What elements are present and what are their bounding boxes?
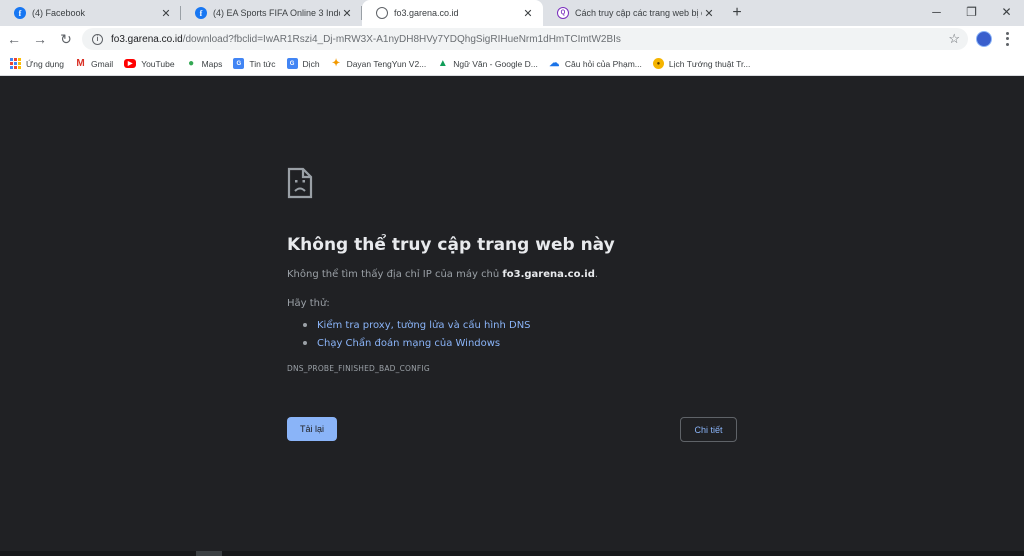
bookmark-label: Câu hỏi của Phạm... (564, 58, 642, 69)
tab-quora[interactable]: Q Cách truy cập các trang web bị ch ✕ (543, 0, 724, 26)
bookmark-apps[interactable]: Ứng dụng (10, 58, 64, 69)
error-page: Không thể truy cập trang web này Không t… (0, 77, 1024, 556)
globe-icon (376, 7, 388, 19)
tab-title: fo3.garena.co.id (394, 8, 459, 18)
new-tab-button[interactable]: + (724, 0, 750, 26)
close-icon[interactable]: ✕ (702, 6, 716, 20)
lich-icon: ● (652, 58, 664, 69)
maps-icon: ● (188, 58, 195, 69)
profile-avatar[interactable] (976, 31, 992, 47)
close-window-button[interactable]: ✕ (989, 0, 1024, 24)
menu-icon[interactable] (1002, 31, 1012, 47)
bookmark-star-icon[interactable]: ☆ (948, 31, 960, 47)
horizontal-scrollbar[interactable] (0, 551, 1024, 556)
bookmarks-bar: Ứng dụng M Gmail ▶ YouTube ● Maps G Tin … (0, 52, 1024, 76)
bookmark-lich[interactable]: ● Lịch Tướng thuật Tr... (652, 58, 751, 69)
bookmark-label: Dịch (302, 58, 320, 69)
scrollbar-thumb[interactable] (196, 551, 222, 556)
reload-button[interactable]: ↻ (54, 27, 78, 51)
cloud-icon: ☁ (549, 58, 560, 69)
gmail-icon: M (76, 58, 85, 69)
bookmark-gmail[interactable]: M Gmail (75, 58, 113, 69)
reload-page-button[interactable]: Tải lại (287, 417, 337, 441)
tab-ea-sports[interactable]: f (4) EA Sports FIFA Online 3 Indon ✕ (181, 0, 362, 26)
news-icon: G (233, 58, 245, 69)
url-host: fo3.garena.co.id (111, 33, 183, 45)
error-code: DNS_PROBE_FINISHED_BAD_CONFIG (287, 364, 430, 373)
bookmark-cau-hoi[interactable]: ☁ Câu hỏi của Phạm... (549, 58, 642, 69)
close-icon[interactable]: ✕ (521, 6, 535, 20)
tab-title: (4) Facebook (32, 8, 86, 18)
quora-icon: Q (557, 7, 569, 19)
bookmark-label: Lịch Tướng thuật Tr... (668, 58, 751, 69)
bookmark-youtube[interactable]: ▶ YouTube (124, 58, 175, 69)
facebook-icon: f (14, 7, 26, 19)
suggestion-network-diagnostics[interactable]: Chạy Chẩn đoán mạng của Windows (303, 334, 531, 352)
bookmark-label: YouTube (141, 58, 175, 69)
error-title: Không thể truy cập trang web này (287, 235, 615, 255)
url-path: /download?fbclid=IwAR1Rszi4_Dj-mRW3X-A1n… (182, 33, 621, 45)
error-description: Không thể tìm thấy địa chỉ IP của máy ch… (287, 269, 599, 280)
tab-title: (4) EA Sports FIFA Online 3 Indon (213, 8, 340, 18)
tab-garena[interactable]: fo3.garena.co.id ✕ (362, 0, 543, 26)
bookmark-maps[interactable]: ● Maps (186, 58, 223, 69)
apps-icon (10, 58, 21, 69)
try-label: Hãy thử: (287, 298, 330, 309)
address-bar[interactable]: i fo3.garena.co.id/download?fbclid=IwAR1… (82, 28, 968, 50)
bookmark-label: Ứng dụng (26, 58, 64, 69)
bookmark-label: Ngữ Văn - Google D... (453, 58, 538, 69)
bookmark-dayan[interactable]: ✦ Dayan TengYun V2... (331, 58, 427, 69)
back-button[interactable]: ← (2, 27, 26, 51)
error-host: fo3.garena.co.id (502, 269, 595, 280)
youtube-icon: ▶ (124, 59, 137, 68)
sad-page-icon (287, 167, 313, 199)
bookmark-label: Tin tức (249, 58, 276, 69)
suggestion-list: Kiểm tra proxy, tường lửa và cấu hình DN… (303, 316, 531, 352)
restore-button[interactable]: ❐ (954, 0, 989, 24)
info-icon[interactable]: i (92, 33, 103, 45)
tab-title: Cách truy cập các trang web bị ch (575, 8, 702, 18)
bookmark-translate[interactable]: G Dịch (286, 58, 320, 69)
bookmark-news[interactable]: G Tin tức (233, 58, 276, 69)
tab-strip: f (4) Facebook ✕ f (4) EA Sports FIFA On… (0, 0, 1024, 26)
close-icon[interactable]: ✕ (159, 6, 173, 20)
browser-toolbar: ← → ↻ i fo3.garena.co.id/download?fbclid… (0, 26, 1024, 52)
dayan-icon: ✦ (331, 58, 341, 69)
minimize-button[interactable]: ─ (919, 0, 954, 24)
suggestion-check-proxy[interactable]: Kiểm tra proxy, tường lửa và cấu hình DN… (303, 316, 531, 334)
forward-button[interactable]: → (28, 27, 52, 51)
details-button[interactable]: Chi tiết (680, 417, 737, 442)
google-drive-icon: ▲ (437, 58, 448, 69)
translate-icon: G (286, 58, 298, 69)
window-controls: ─ ❐ ✕ (919, 0, 1024, 24)
bookmark-label: Gmail (90, 58, 114, 69)
facebook-icon: f (195, 7, 207, 19)
bookmark-label: Dayan TengYun V2... (346, 58, 427, 69)
tab-facebook[interactable]: f (4) Facebook ✕ (0, 0, 181, 26)
bookmark-ngu-van[interactable]: ▲ Ngữ Văn - Google D... (437, 58, 538, 69)
close-icon[interactable]: ✕ (340, 6, 354, 20)
bookmark-label: Maps (201, 58, 223, 69)
